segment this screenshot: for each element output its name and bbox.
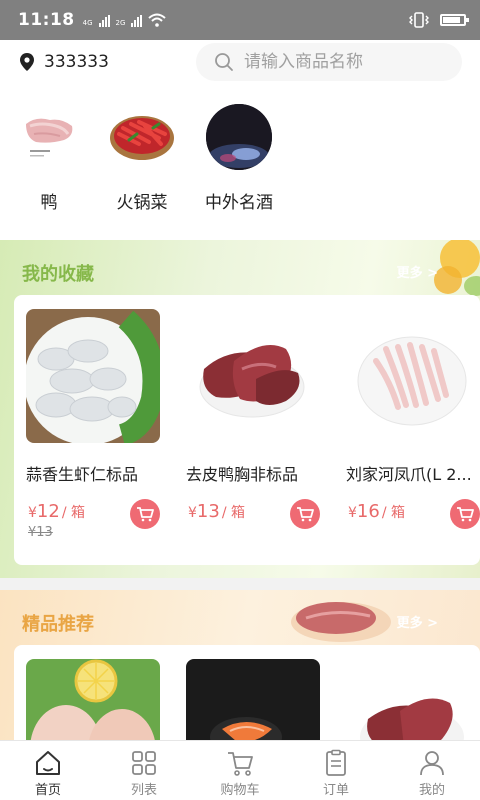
- chili-dish-image: [109, 104, 175, 170]
- product-name: 刘家河凤爪(L 2...: [346, 465, 472, 484]
- vibrate-icon: [409, 12, 429, 28]
- nav-home[interactable]: 首页: [0, 741, 96, 800]
- nav-label: 列表: [130, 783, 157, 798]
- user-icon: [420, 751, 444, 776]
- price-unit: / 箱: [381, 505, 405, 521]
- status-right: [408, 12, 469, 28]
- currency-symbol: ¥: [28, 505, 37, 521]
- product-card[interactable]: 蒜香生虾仁标品: [26, 309, 176, 485]
- battery-icon: [440, 14, 469, 26]
- product-price: ¥12/ 箱: [28, 501, 85, 522]
- price-unit: / 箱: [61, 505, 85, 521]
- product-card[interactable]: 刘家河凤爪(L 2...: [346, 309, 480, 485]
- category-row: 鸭 火锅菜 中外名酒: [0, 84, 480, 240]
- category-wine[interactable]: 中外名酒: [194, 104, 284, 213]
- search-bar[interactable]: [196, 43, 462, 81]
- salmon-image: [186, 659, 320, 740]
- price-value: 13: [196, 501, 220, 522]
- add-to-cart-button[interactable]: [290, 499, 320, 529]
- favorites-card: 蒜香生虾仁标品 ¥12/ 箱 ¥13 去皮鸭胸非标品 ¥13 / 箱 刘家河凤爪…: [14, 295, 480, 565]
- meat-decoration: [291, 602, 391, 642]
- network-type-1: 4G: [82, 19, 93, 27]
- product-name: 去皮鸭胸非标品: [186, 465, 299, 484]
- price-value: 16: [356, 501, 380, 522]
- order-icon: [326, 749, 346, 776]
- duck-feet-image: [16, 104, 82, 170]
- search-icon: [215, 53, 233, 71]
- top-header: 333333: [0, 40, 480, 84]
- cart-icon: [457, 507, 474, 522]
- product-card[interactable]: [346, 659, 480, 740]
- add-to-cart-button[interactable]: [450, 499, 480, 529]
- nav-label: 我的: [418, 783, 445, 798]
- signal-icon-2: [131, 15, 143, 27]
- location-selector[interactable]: 333333: [20, 52, 109, 72]
- category-label: 中外名酒: [205, 193, 273, 213]
- category-duck[interactable]: 鸭: [4, 104, 94, 213]
- nav-label: 订单: [322, 783, 349, 798]
- signal-group: 4G 2G: [83, 13, 167, 27]
- category-hotpot[interactable]: 火锅菜: [97, 104, 187, 213]
- nav-label: 购物车: [220, 783, 260, 798]
- signal-icon: [98, 15, 110, 27]
- nav-orders[interactable]: 订单: [288, 741, 384, 800]
- product-card[interactable]: [186, 659, 336, 740]
- nav-label: 首页: [34, 783, 61, 798]
- nav-list[interactable]: 列表: [96, 741, 192, 800]
- grid-icon: [132, 751, 156, 775]
- wifi-icon: [148, 13, 167, 27]
- recommended-more-link[interactable]: 更多 >: [397, 612, 438, 631]
- nav-cart[interactable]: 购物车: [192, 741, 288, 800]
- recommended-title: 精品推荐: [22, 614, 94, 635]
- cart-icon: [137, 507, 154, 522]
- product-price: ¥13/ 箱: [188, 501, 245, 522]
- favorites-section: 我的收藏 更多 > 蒜香生虾仁标品 ¥12 / 箱 ¥13 去皮鸭胸非标品 ¥1…: [0, 240, 480, 578]
- nav-profile[interactable]: 我的: [384, 741, 480, 800]
- duck-breast-image-2: [346, 659, 480, 740]
- recommended-section: 精品推荐 更多 >: [0, 590, 480, 740]
- product-price: ¥16/ 箱: [348, 501, 405, 522]
- price-unit: / 箱: [221, 505, 245, 521]
- location-text: 333333: [44, 52, 109, 72]
- cart-icon: [297, 507, 314, 522]
- recommended-card: [14, 645, 480, 740]
- status-time: 11:18: [18, 10, 75, 30]
- currency-symbol: ¥: [348, 505, 357, 521]
- cart-icon: [228, 752, 253, 776]
- category-label: 鸭: [40, 193, 58, 213]
- network-indicator-1: 4G: [83, 20, 93, 27]
- price-value: 12: [36, 501, 60, 522]
- home-icon: [36, 751, 60, 775]
- product-card[interactable]: [26, 659, 176, 740]
- product-card[interactable]: 去皮鸭胸非标品: [186, 309, 336, 485]
- shrimp-image: [26, 309, 160, 443]
- currency-symbol: ¥: [188, 505, 197, 521]
- favorites-more-link[interactable]: 更多 >: [397, 262, 438, 281]
- original-price: ¥13: [28, 525, 53, 540]
- network-indicator-2: 2G: [116, 20, 126, 27]
- wine-image: [206, 104, 272, 170]
- status-bar: 11:18 4G 2G: [0, 0, 480, 40]
- location-pin-icon: [20, 53, 34, 71]
- favorites-title: 我的收藏: [22, 264, 94, 285]
- network-type-2: 2G: [115, 19, 126, 27]
- add-to-cart-button[interactable]: [130, 499, 160, 529]
- chicken-feet-image: [346, 309, 480, 443]
- category-label: 火锅菜: [116, 193, 168, 213]
- chicken-breast-image: [26, 659, 160, 740]
- product-name: 蒜香生虾仁标品: [26, 465, 139, 484]
- search-input[interactable]: [244, 52, 454, 72]
- bottom-nav: 首页 列表 购物车 订单 我的: [0, 740, 480, 800]
- duck-breast-image: [186, 309, 320, 443]
